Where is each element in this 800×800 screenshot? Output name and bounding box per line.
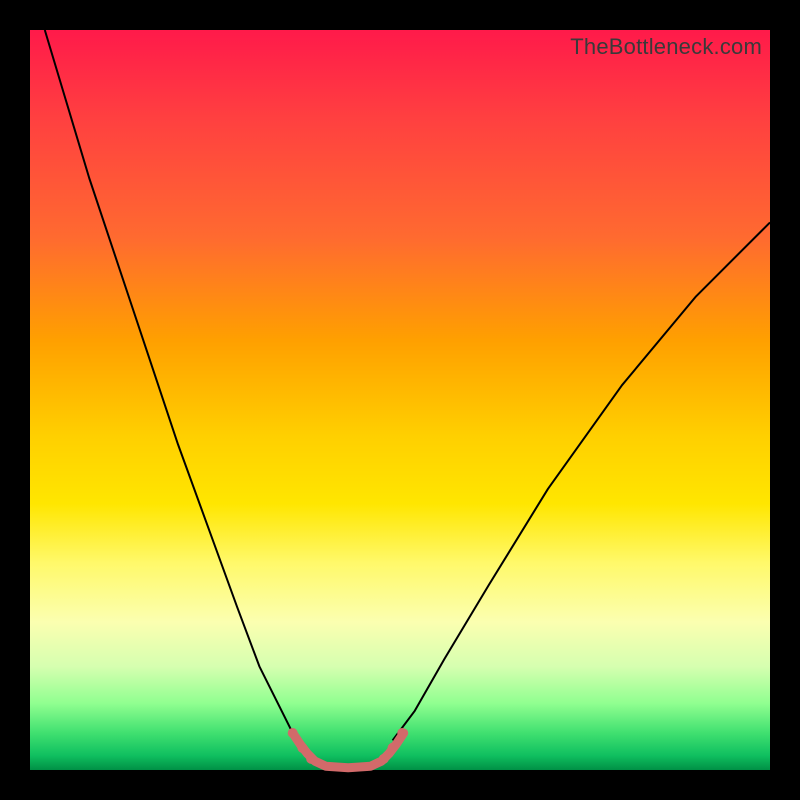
- dot-trough-dots: [388, 743, 398, 753]
- dot-trough-dots: [297, 743, 307, 753]
- series-left-arm: [45, 30, 297, 740]
- series-right-arm: [393, 222, 770, 740]
- plot-area: TheBottleneck.com: [30, 30, 770, 770]
- chart-stage: TheBottleneck.com: [0, 0, 800, 800]
- dot-trough-dots: [379, 754, 389, 764]
- dot-trough-dots: [288, 728, 298, 738]
- dot-trough-dots: [397, 728, 407, 738]
- curve-layer: [30, 30, 770, 770]
- dot-trough-dots: [306, 754, 316, 764]
